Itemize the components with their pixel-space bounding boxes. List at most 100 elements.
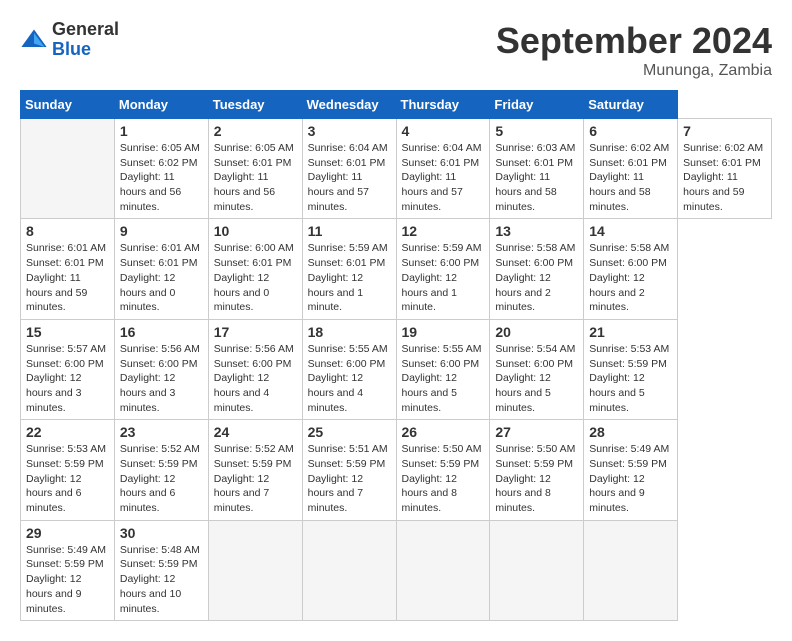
week-row-0: 1 Sunrise: 6:05 AMSunset: 6:02 PMDaylight… [21, 119, 772, 219]
day-info: Sunrise: 5:59 AMSunset: 6:00 PMDaylight:… [402, 241, 485, 314]
day-cell-19: 19Sunrise: 5:55 AMSunset: 6:00 PMDayligh… [396, 319, 490, 419]
logo-blue-text: Blue [52, 40, 119, 60]
day-number: 20 [495, 324, 578, 340]
day-info: Sunrise: 5:51 AMSunset: 5:59 PMDaylight:… [308, 442, 391, 515]
day-info: Sunrise: 6:01 AMSunset: 6:01 PMDaylight:… [120, 241, 203, 314]
empty-cell [584, 520, 678, 620]
day-cell-22: 22 Sunrise: 5:53 AMSunset: 5:59 PMDayligh… [21, 420, 115, 520]
day-info: Sunrise: 6:05 AMSunset: 6:01 PMDaylight:… [214, 141, 297, 214]
day-info: Sunrise: 5:54 AMSunset: 6:00 PMDaylight:… [495, 342, 578, 415]
header-row: SundayMondayTuesdayWednesdayThursdayFrid… [21, 91, 772, 119]
day-info: Sunrise: 5:57 AMSunset: 6:00 PMDaylight:… [26, 342, 109, 415]
day-number: 7 [683, 123, 766, 139]
day-info: Sunrise: 5:48 AMSunset: 5:59 PMDaylight:… [120, 543, 203, 616]
day-number: 2 [214, 123, 297, 139]
day-info: Sunrise: 6:05 AMSunset: 6:02 PMDaylight:… [120, 141, 203, 214]
day-cell-30: 30 Sunrise: 5:48 AMSunset: 5:59 PMDayligh… [114, 520, 208, 620]
day-cell-5: 5Sunrise: 6:03 AMSunset: 6:01 PMDaylight… [490, 119, 584, 219]
day-number: 9 [120, 223, 203, 239]
calendar-header: SundayMondayTuesdayWednesdayThursdayFrid… [21, 91, 772, 119]
logo: General Blue [20, 20, 119, 60]
day-number: 23 [120, 424, 203, 440]
day-number: 25 [308, 424, 391, 440]
week-row-1: 8 Sunrise: 6:01 AMSunset: 6:01 PMDaylight… [21, 219, 772, 319]
month-title: September 2024 [496, 20, 772, 62]
day-cell-8: 8Sunrise: 6:01 AMSunset: 6:01 PMDaylight… [21, 219, 115, 319]
day-info: Sunrise: 6:04 AMSunset: 6:01 PMDaylight:… [402, 141, 485, 214]
day-cell-11: 11 Sunrise: 5:59 AMSunset: 6:01 PMDayligh… [302, 219, 396, 319]
location-title: Mununga, Zambia [496, 62, 772, 80]
header-monday: Monday [114, 91, 208, 119]
empty-cell [208, 520, 302, 620]
page-header: General Blue September 2024 Mununga, Zam… [20, 20, 772, 80]
calendar-body: 1 Sunrise: 6:05 AMSunset: 6:02 PMDaylight… [21, 119, 772, 621]
day-cell-2: 2 Sunrise: 6:05 AMSunset: 6:01 PMDaylight… [208, 119, 302, 219]
day-number: 10 [214, 223, 297, 239]
day-cell-13: 13 Sunrise: 5:58 AMSunset: 6:00 PMDayligh… [490, 219, 584, 319]
day-number: 11 [308, 223, 391, 239]
week-row-3: 22 Sunrise: 5:53 AMSunset: 5:59 PMDayligh… [21, 420, 772, 520]
day-cell-18: 18Sunrise: 5:55 AMSunset: 6:00 PMDayligh… [302, 319, 396, 419]
day-number: 19 [402, 324, 485, 340]
day-number: 24 [214, 424, 297, 440]
day-info: Sunrise: 5:56 AMSunset: 6:00 PMDaylight:… [120, 342, 203, 415]
day-number: 14 [589, 223, 672, 239]
day-number: 8 [26, 223, 109, 239]
header-friday: Friday [490, 91, 584, 119]
day-number: 16 [120, 324, 203, 340]
week-row-4: 29 Sunrise: 5:49 AMSunset: 5:59 PMDayligh… [21, 520, 772, 620]
day-cell-24: 24 Sunrise: 5:52 AMSunset: 5:59 PMDayligh… [208, 420, 302, 520]
day-cell-16: 16 Sunrise: 5:56 AMSunset: 6:00 PMDayligh… [114, 319, 208, 419]
day-number: 30 [120, 525, 203, 541]
calendar-table: SundayMondayTuesdayWednesdayThursdayFrid… [20, 90, 772, 621]
day-number: 22 [26, 424, 109, 440]
day-info: Sunrise: 5:58 AMSunset: 6:00 PMDaylight:… [495, 241, 578, 314]
empty-cell [396, 520, 490, 620]
day-info: Sunrise: 5:49 AMSunset: 5:59 PMDaylight:… [26, 543, 109, 616]
day-info: Sunrise: 5:49 AMSunset: 5:59 PMDaylight:… [589, 442, 672, 515]
day-info: Sunrise: 5:59 AMSunset: 6:01 PMDaylight:… [308, 241, 391, 314]
day-info: Sunrise: 6:00 AMSunset: 6:01 PMDaylight:… [214, 241, 297, 314]
day-cell-9: 9 Sunrise: 6:01 AMSunset: 6:01 PMDaylight… [114, 219, 208, 319]
day-number: 26 [402, 424, 485, 440]
day-number: 18 [308, 324, 391, 340]
day-number: 4 [402, 123, 485, 139]
title-section: September 2024 Mununga, Zambia [496, 20, 772, 80]
day-cell-12: 12 Sunrise: 5:59 AMSunset: 6:00 PMDayligh… [396, 219, 490, 319]
logo-icon [20, 26, 48, 54]
day-info: Sunrise: 5:50 AMSunset: 5:59 PMDaylight:… [402, 442, 485, 515]
day-cell-25: 25 Sunrise: 5:51 AMSunset: 5:59 PMDayligh… [302, 420, 396, 520]
day-info: Sunrise: 5:52 AMSunset: 5:59 PMDaylight:… [214, 442, 297, 515]
day-number: 13 [495, 223, 578, 239]
empty-cell [302, 520, 396, 620]
day-number: 29 [26, 525, 109, 541]
day-cell-7: 7 Sunrise: 6:02 AMSunset: 6:01 PMDaylight… [678, 119, 772, 219]
logo-general-text: General [52, 20, 119, 40]
day-cell-10: 10 Sunrise: 6:00 AMSunset: 6:01 PMDayligh… [208, 219, 302, 319]
day-number: 6 [589, 123, 672, 139]
header-thursday: Thursday [396, 91, 490, 119]
day-info: Sunrise: 5:56 AMSunset: 6:00 PMDaylight:… [214, 342, 297, 415]
day-cell-1: 1 Sunrise: 6:05 AMSunset: 6:02 PMDaylight… [114, 119, 208, 219]
day-number: 21 [589, 324, 672, 340]
header-sunday: Sunday [21, 91, 115, 119]
header-tuesday: Tuesday [208, 91, 302, 119]
day-cell-4: 4 Sunrise: 6:04 AMSunset: 6:01 PMDaylight… [396, 119, 490, 219]
day-number: 17 [214, 324, 297, 340]
empty-cell [21, 119, 115, 219]
day-cell-20: 20 Sunrise: 5:54 AMSunset: 6:00 PMDayligh… [490, 319, 584, 419]
day-cell-29: 29 Sunrise: 5:49 AMSunset: 5:59 PMDayligh… [21, 520, 115, 620]
week-row-2: 15Sunrise: 5:57 AMSunset: 6:00 PMDayligh… [21, 319, 772, 419]
day-number: 28 [589, 424, 672, 440]
day-info: Sunrise: 6:02 AMSunset: 6:01 PMDaylight:… [683, 141, 766, 214]
day-info: Sunrise: 5:50 AMSunset: 5:59 PMDaylight:… [495, 442, 578, 515]
header-wednesday: Wednesday [302, 91, 396, 119]
day-number: 1 [120, 123, 203, 139]
day-cell-23: 23Sunrise: 5:52 AMSunset: 5:59 PMDayligh… [114, 420, 208, 520]
day-number: 3 [308, 123, 391, 139]
day-cell-21: 21Sunrise: 5:53 AMSunset: 5:59 PMDayligh… [584, 319, 678, 419]
empty-cell [490, 520, 584, 620]
day-info: Sunrise: 5:53 AMSunset: 5:59 PMDaylight:… [26, 442, 109, 515]
day-cell-26: 26 Sunrise: 5:50 AMSunset: 5:59 PMDayligh… [396, 420, 490, 520]
day-number: 12 [402, 223, 485, 239]
